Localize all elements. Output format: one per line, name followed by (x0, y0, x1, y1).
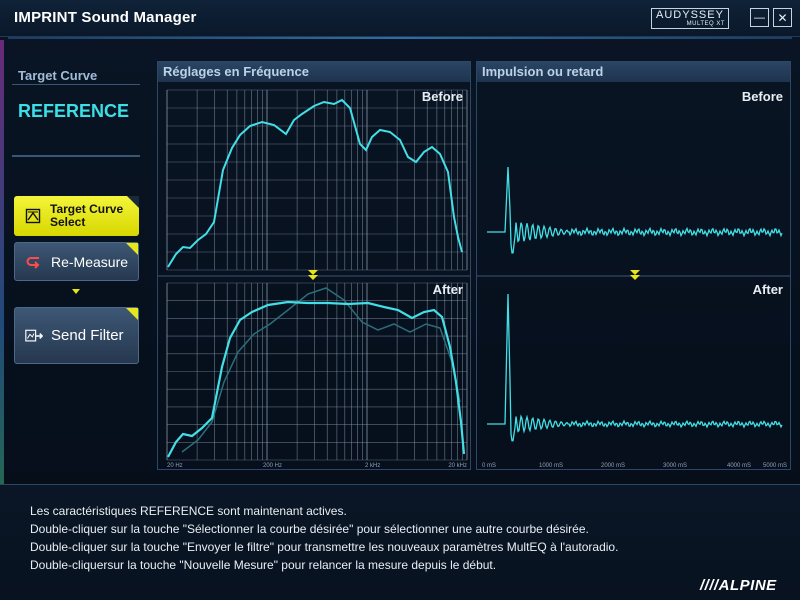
after-raw-curve (181, 287, 461, 453)
re-measure-label: Re-Measure (51, 253, 129, 270)
send-filter-label: Send Filter (51, 327, 124, 344)
target-curve-icon (24, 207, 42, 225)
app-window: IMPRINT Sound Manager AUDYSSEY MULTEQ XT… (0, 0, 800, 600)
help-message: Double-cliquer sur la touche "Sélectionn… (30, 522, 589, 536)
target-curve-label: Target Curve (18, 68, 98, 83)
logo-sub-text: MULTEQ XT (686, 21, 725, 27)
after-impulse-curve (487, 293, 783, 442)
status-message: Les caractéristiques REFERENCE sont main… (30, 504, 347, 518)
target-curve-select-label: Target Curve Select (50, 203, 123, 229)
current-curve-name: REFERENCE (18, 101, 130, 121)
minimize-button[interactable]: — (750, 8, 769, 27)
down-arrow-icon (72, 289, 80, 294)
impulse-tick-label: 0 mS (482, 463, 496, 469)
frequency-panel-title: Réglages en Fréquence (158, 62, 470, 82)
freq-tick-label: 20 Hz (167, 463, 183, 469)
swap-arrows-icon[interactable] (308, 270, 318, 280)
close-icon: ✕ (777, 10, 788, 25)
alpine-logo: ////ALPINE (700, 577, 777, 594)
swap-arrows-icon[interactable] (630, 270, 640, 280)
logo-main-text: AUDYSSEY (656, 9, 724, 21)
target-curve-select-button[interactable]: Target Curve Select (14, 196, 139, 236)
re-measure-icon (25, 253, 43, 271)
close-button[interactable]: ✕ (773, 8, 792, 27)
freq-tick-label: 200 Hz (263, 463, 282, 469)
frequency-panel: Before After 20 Hz 200 Hz 2 kHz 20 kHz R… (157, 61, 471, 470)
divider (12, 84, 140, 85)
target-curve-line2: Select (50, 215, 86, 229)
re-measure-button[interactable]: Re-Measure (14, 242, 139, 281)
target-curve-line1: Target Curve (50, 202, 124, 216)
help-message: Double-cliquersur la touche "Nouvelle Me… (30, 558, 497, 572)
impulse-tick-label: 1000 mS (539, 463, 563, 469)
button-corner-decoration (127, 196, 139, 208)
impulse-tick-label: 4000 mS (727, 463, 751, 469)
impulse-tick-label: 2000 mS (601, 463, 625, 469)
impulse-panel-title: Impulsion ou retard (477, 62, 790, 82)
send-filter-icon (25, 327, 43, 345)
help-message: Double-cliquer sur la touche "Envoyer le… (30, 540, 619, 554)
freq-after-label: After (433, 282, 463, 297)
title-accent-line (8, 37, 792, 39)
impulse-after-label: After (753, 282, 783, 297)
frequency-curves (167, 98, 466, 458)
divider (12, 155, 140, 157)
button-corner-decoration (126, 308, 138, 320)
after-response-curve (167, 300, 466, 458)
app-title: IMPRINT Sound Manager (14, 9, 197, 26)
impulse-tick-label: 3000 mS (663, 463, 687, 469)
impulse-tick-label: 5000 mS (763, 463, 787, 469)
before-impulse-curve (487, 166, 783, 254)
freq-tick-label: 20 kHz (448, 463, 467, 469)
send-filter-button[interactable]: Send Filter (14, 307, 139, 364)
impulse-graph: Before After 0 mS 1000 mS 2000 mS 3000 m… (477, 89, 790, 469)
title-bar[interactable]: IMPRINT Sound Manager AUDYSSEY MULTEQ XT… (0, 0, 800, 37)
freq-tick-label: 2 kHz (365, 463, 380, 469)
minimize-icon: — (754, 11, 765, 24)
impulse-before-label: Before (742, 89, 783, 104)
impulse-panel: Before After 0 mS 1000 mS 2000 mS 3000 m… (476, 61, 791, 470)
frequency-graph: Before After 20 Hz 200 Hz 2 kHz 20 kHz (158, 89, 470, 469)
audyssey-logo: AUDYSSEY MULTEQ XT (651, 8, 729, 29)
freq-before-label: Before (422, 89, 463, 104)
button-corner-decoration (126, 243, 138, 255)
impulse-curves (487, 166, 783, 442)
